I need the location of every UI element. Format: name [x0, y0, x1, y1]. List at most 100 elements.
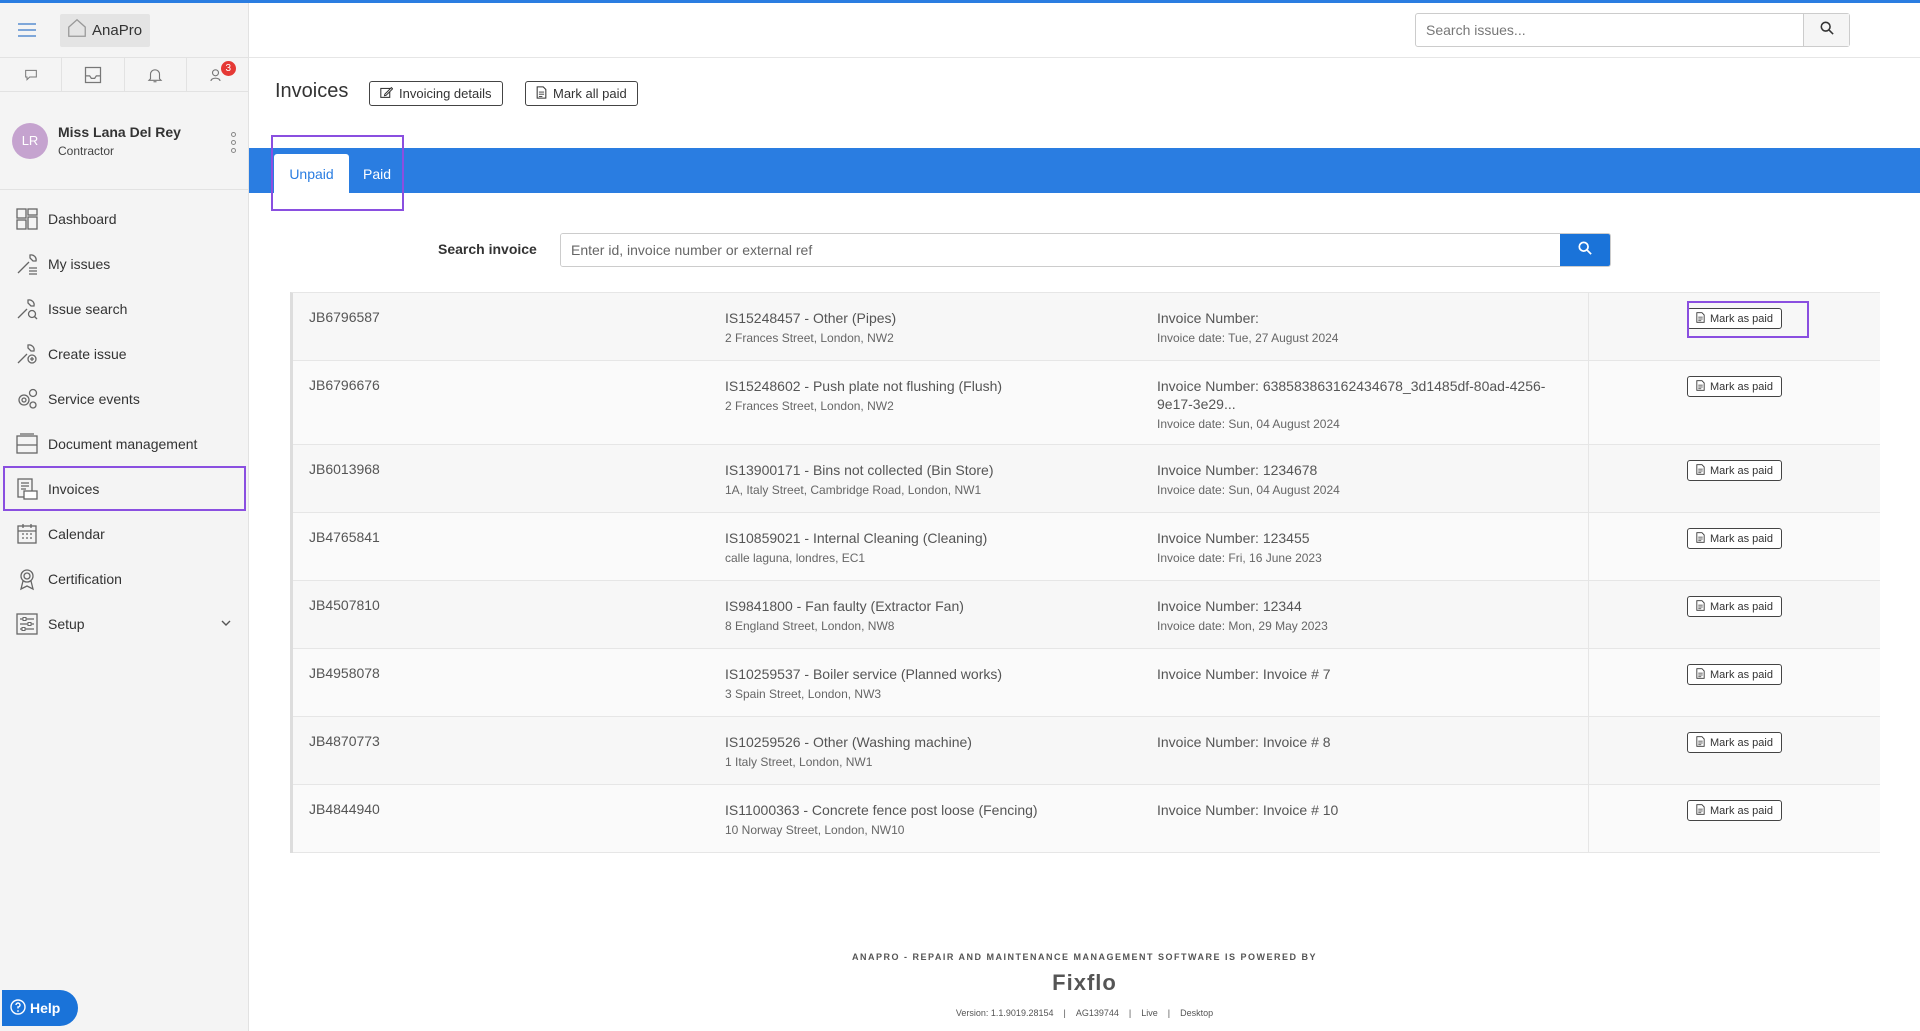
issue-link[interactable]: IS11000363 - Concrete fence post loose (…: [725, 801, 1157, 819]
document-icon: [1696, 803, 1705, 818]
messages-icon[interactable]: [0, 58, 63, 91]
sidebar-item-certification[interactable]: Certification: [0, 556, 248, 601]
footer-mode[interactable]: Desktop: [1180, 1008, 1213, 1018]
job-ref: JB4507810: [309, 597, 380, 613]
app-logo-text: AnaPro: [92, 21, 143, 39]
invoice-tabs: Unpaid Paid: [249, 148, 1920, 193]
invoice-date: Invoice date: Sun, 04 August 2024: [1157, 417, 1340, 431]
table-row: JB4765841 IS10859021 - Internal Cleaning…: [293, 513, 1880, 581]
issue-address: 1A, Italy Street, Cambridge Road, London…: [725, 483, 982, 497]
chevron-down-icon[interactable]: [220, 616, 232, 632]
job-ref: JB4844940: [309, 801, 380, 817]
search-invoice-box: [560, 233, 1611, 267]
sidebar-item-my-issues[interactable]: My issues: [0, 241, 248, 286]
mark-as-paid-label: Mark as paid: [1710, 464, 1773, 477]
invoice-date: Invoice date: Fri, 16 June 2023: [1157, 551, 1322, 565]
job-ref: JB4958078: [309, 665, 380, 681]
document-icon: [1696, 463, 1705, 478]
document-icon: [1696, 599, 1705, 614]
alerts-icon[interactable]: 3: [187, 58, 248, 91]
search-invoice-button[interactable]: [1560, 234, 1610, 266]
table-row: JB4507810 IS9841800 - Fan faulty (Extrac…: [293, 581, 1880, 649]
search-issues-input[interactable]: [1416, 14, 1803, 46]
app-logo[interactable]: AnaPro: [60, 13, 150, 47]
search-issues-button[interactable]: [1803, 14, 1849, 46]
profile-name: Miss Lana Del Rey: [58, 123, 181, 140]
hamburger-menu-icon[interactable]: [18, 23, 36, 37]
user-profile[interactable]: LR Miss Lana Del Rey Contractor: [0, 92, 248, 190]
footer-brand[interactable]: Fixflo: [249, 970, 1920, 996]
mark-as-paid-button[interactable]: Mark as paid: [1687, 308, 1782, 329]
mark-as-paid-label: Mark as paid: [1710, 600, 1773, 613]
issue-address: 8 England Street, London, NW8: [725, 619, 895, 633]
sidebar-item-dashboard[interactable]: Dashboard: [0, 196, 248, 241]
search-invoice-input[interactable]: [561, 234, 1560, 266]
mark-as-paid-label: Mark as paid: [1710, 380, 1773, 393]
issue-address: 2 Frances Street, London, NW2: [725, 331, 894, 345]
mark-as-paid-button[interactable]: Mark as paid: [1687, 596, 1782, 617]
mark-as-paid-button[interactable]: Mark as paid: [1687, 800, 1782, 821]
document-icon: [536, 85, 547, 102]
create-issue-icon: [14, 341, 40, 367]
footer-env: Live: [1141, 1008, 1158, 1018]
mark-all-paid-button[interactable]: Mark all paid: [525, 81, 638, 106]
edit-icon: [380, 86, 394, 102]
sidebar: AnaPro 3 LR Miss Lana Del Rey Contractor…: [0, 3, 249, 1031]
sidebar-item-setup[interactable]: Setup: [0, 601, 248, 646]
help-button[interactable]: Help: [2, 990, 78, 1026]
invoice-number: Invoice Number: Invoice # 7: [1157, 666, 1331, 682]
footer-meta: Version: 1.1.9019.28154 | AG139744 | Live | De…: [955, 1008, 1214, 1018]
tab-paid[interactable]: Paid: [350, 154, 404, 193]
table-row: JB6796676 IS15248602 - Push plate not fl…: [293, 361, 1880, 445]
sidebar-item-issue-search[interactable]: Issue search: [0, 286, 248, 331]
search-issues-box: [1415, 13, 1850, 47]
issue-link[interactable]: IS15248602 - Push plate not flushing (Fl…: [725, 377, 1157, 395]
mark-as-paid-label: Mark as paid: [1710, 312, 1773, 325]
mark-as-paid-button[interactable]: Mark as paid: [1687, 664, 1782, 685]
issue-link[interactable]: IS9841800 - Fan faulty (Extractor Fan): [725, 597, 1157, 615]
sidebar-item-label: Issue search: [48, 300, 128, 317]
mark-as-paid-button[interactable]: Mark as paid: [1687, 376, 1782, 397]
sidebar-item-label: Document management: [48, 435, 198, 452]
issue-link[interactable]: IS13900171 - Bins not collected (Bin Sto…: [725, 461, 1157, 479]
table-row: JB6013968 IS13900171 - Bins not collecte…: [293, 445, 1880, 513]
issue-address: 2 Frances Street, London, NW2: [725, 399, 894, 413]
sidebar-item-document-management[interactable]: Document management: [0, 421, 248, 466]
sidebar-item-calendar[interactable]: Calendar: [0, 511, 248, 556]
sidebar-item-invoices[interactable]: Invoices: [3, 466, 246, 511]
invoice-number: Invoice Number: 638583863162434678_3d148…: [1157, 378, 1546, 412]
sidebar-item-create-issue[interactable]: Create issue: [0, 331, 248, 376]
footer-powered-by: ANAPRO - REPAIR AND MAINTENANCE MANAGEME…: [851, 952, 1317, 962]
mark-all-paid-label: Mark all paid: [553, 86, 627, 101]
sidebar-item-label: Certification: [48, 570, 122, 587]
inbox-icon[interactable]: [62, 58, 125, 91]
document-icon: [1696, 311, 1705, 326]
issue-link[interactable]: IS10259537 - Boiler service (Planned wor…: [725, 665, 1157, 683]
document-icon: [1696, 379, 1705, 394]
sidebar-item-label: My issues: [48, 255, 111, 272]
mark-as-paid-label: Mark as paid: [1710, 804, 1773, 817]
mark-as-paid-button[interactable]: Mark as paid: [1687, 460, 1782, 481]
mark-as-paid-label: Mark as paid: [1710, 532, 1773, 545]
invoice-table: JB6796587 IS15248457 - Other (Pipes) 2 Fr…: [290, 292, 1880, 853]
invoice-number: Invoice Number: Invoice # 8: [1157, 734, 1331, 750]
bell-icon[interactable]: [125, 58, 187, 91]
invoice-date: Invoice date: Sun, 04 August 2024: [1157, 483, 1340, 497]
sidebar-item-label: Invoices: [48, 480, 100, 497]
mark-as-paid-label: Mark as paid: [1710, 668, 1773, 681]
page-title: Invoices: [275, 80, 349, 102]
sidebar-item-label: Create issue: [48, 345, 127, 362]
issue-link[interactable]: IS10259526 - Other (Washing machine): [725, 733, 1157, 751]
mark-as-paid-button[interactable]: Mark as paid: [1687, 528, 1782, 549]
sidebar-item-service-events[interactable]: Service events: [0, 376, 248, 421]
profile-menu-icon[interactable]: [231, 132, 236, 153]
issue-link[interactable]: IS10859021 - Internal Cleaning (Cleaning…: [725, 529, 1157, 547]
mark-as-paid-button[interactable]: Mark as paid: [1687, 732, 1782, 753]
job-ref: JB4870773: [309, 733, 380, 749]
invoice-number: Invoice Number:: [1157, 310, 1259, 326]
document-icon: [1696, 667, 1705, 682]
tab-unpaid[interactable]: Unpaid: [274, 154, 349, 193]
issue-link[interactable]: IS15248457 - Other (Pipes): [725, 309, 1157, 327]
sidebar-item-label: Calendar: [48, 525, 105, 542]
invoicing-details-button[interactable]: Invoicing details: [369, 81, 503, 106]
